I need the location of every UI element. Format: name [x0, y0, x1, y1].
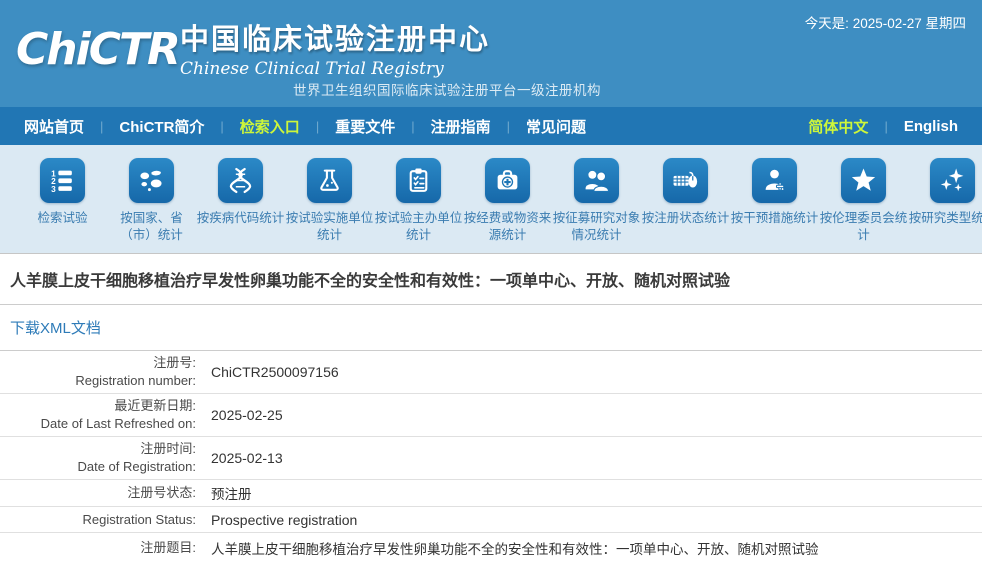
current-date: 今天是: 2025-02-27 星期四 [805, 12, 966, 32]
row-value: ChiCTR2500097156 [196, 351, 982, 393]
nav-separator: | [497, 119, 520, 134]
chictr-logo[interactable]: ChiCTR [16, 24, 179, 75]
nav-item-home[interactable]: 网站首页 [18, 116, 90, 137]
nav-separator: | [306, 119, 329, 134]
download-xml-link[interactable]: 下载XML文档 [10, 317, 101, 338]
tool-label: 按疾病代码统计 [196, 210, 285, 227]
keyboard-mouse-icon [663, 158, 708, 203]
nav-separator: | [874, 119, 897, 134]
nav-separator: | [210, 119, 233, 134]
row-label-en: Registration number: [75, 372, 196, 390]
nav-separator: | [401, 119, 424, 134]
nav-item-documents[interactable]: 重要文件 [329, 116, 401, 137]
tool-label: 按试验主办单位统计 [374, 210, 463, 244]
row-value: 2025-02-13 [196, 437, 982, 479]
statistics-toolbar: 123 检索试验 按国家、省（市）统计 按疾病代码统计 按试验实施单位统计 按试… [0, 145, 982, 253]
row-label-cn: 注册号: [153, 354, 196, 372]
tool-label: 按国家、省（市）统计 [107, 210, 196, 244]
tool-by-ethics-committee[interactable]: 按伦理委员会统计 [819, 158, 908, 253]
tool-by-registration-status[interactable]: 按注册状态统计 [641, 158, 730, 253]
tool-label: 按伦理委员会统计 [819, 210, 908, 244]
row-label-cn: 注册题目: [140, 539, 196, 557]
row-label-en: Date of Last Refreshed on: [41, 415, 196, 433]
tool-by-funding-source[interactable]: 按经费或物资来源统计 [463, 158, 552, 253]
world-map-icon [129, 158, 174, 203]
dna-icon [218, 158, 263, 203]
site-title-chinese: 中国临床试验注册中心 [180, 16, 490, 58]
tool-label: 按征募研究对象情况统计 [552, 210, 641, 244]
people-icon [574, 158, 619, 203]
numbered-list-icon: 123 [40, 158, 85, 203]
tool-by-sponsor-unit[interactable]: 按试验主办单位统计 [374, 158, 463, 253]
row-label-en: Date of Registration: [77, 458, 196, 476]
row-label-cn: 注册号状态: [127, 484, 196, 502]
nav-item-about[interactable]: ChiCTR简介 [113, 116, 210, 137]
star-icon [841, 158, 886, 203]
who-platform-tagline: 世界卫生组织国际临床试验注册平台一级注册机构 [293, 79, 601, 99]
table-row-date-of-registration: 注册时间: Date of Registration: 2025-02-13 [0, 437, 982, 480]
row-value: Prospective registration [196, 507, 982, 532]
download-row: 下载XML文档 [0, 305, 982, 351]
sparkles-icon [930, 158, 975, 203]
main-nav: 网站首页 | ChiCTR简介 | 检索入口 | 重要文件 | 注册指南 | 常… [0, 107, 982, 145]
nav-item-guide[interactable]: 注册指南 [425, 116, 497, 137]
table-row-registration-status-en: Registration Status: Prospective registr… [0, 507, 982, 533]
medical-bag-icon [485, 158, 530, 203]
flask-icon [307, 158, 352, 203]
tool-by-country-province[interactable]: 按国家、省（市）统计 [107, 158, 196, 253]
site-header: ChiCTR 中国临床试验注册中心 Chinese Clinical Trial… [0, 0, 982, 107]
row-label-cn: 最近更新日期: [114, 397, 196, 415]
lang-chinese[interactable]: 简体中文 [802, 116, 874, 137]
tool-by-recruitment-status[interactable]: 按征募研究对象情况统计 [552, 158, 641, 253]
table-row-last-refreshed: 最近更新日期: Date of Last Refreshed on: 2025-… [0, 394, 982, 437]
nav-item-search[interactable]: 检索入口 [234, 116, 306, 137]
tool-label: 按试验实施单位统计 [285, 210, 374, 244]
row-label-cn: 注册时间: [140, 440, 196, 458]
site-titles: 中国临床试验注册中心 Chinese Clinical Trial Regist… [180, 16, 490, 79]
row-label: Registration Status: [0, 507, 196, 532]
row-label: 注册号状态: [0, 480, 196, 506]
nav-separator: | [90, 119, 113, 134]
nav-item-faq[interactable]: 常见问题 [520, 116, 592, 137]
row-value: 2025-02-25 [196, 394, 982, 436]
tool-label: 按经费或物资来源统计 [463, 210, 552, 244]
svg-text:3: 3 [51, 184, 56, 194]
trial-title-row: 人羊膜上皮干细胞移植治疗早发性卵巢功能不全的安全性和有效性：一项单中心、开放、随… [0, 254, 982, 305]
tool-label: 按注册状态统计 [641, 210, 730, 227]
doctor-icon [752, 158, 797, 203]
site-title-english: Chinese Clinical Trial Registry [180, 59, 490, 79]
tool-by-implementing-unit[interactable]: 按试验实施单位统计 [285, 158, 374, 253]
tool-label: 检索试验 [18, 210, 107, 227]
language-switcher: 简体中文 | English [802, 116, 964, 137]
tool-by-disease-code[interactable]: 按疾病代码统计 [196, 158, 285, 253]
row-label: 注册题目: [0, 533, 196, 561]
clipboard-icon [396, 158, 441, 203]
tool-by-intervention[interactable]: 按干预措施统计 [730, 158, 819, 253]
tool-label: 按研究类型统计 [908, 210, 982, 227]
row-label: 注册号: Registration number: [0, 351, 196, 393]
row-value: 预注册 [196, 480, 982, 506]
nav-menu: 网站首页 | ChiCTR简介 | 检索入口 | 重要文件 | 注册指南 | 常… [18, 116, 802, 137]
trial-detail-content: 人羊膜上皮干细胞移植治疗早发性卵巢功能不全的安全性和有效性：一项单中心、开放、随… [0, 253, 982, 561]
row-label: 最近更新日期: Date of Last Refreshed on: [0, 394, 196, 436]
row-value: 人羊膜上皮干细胞移植治疗早发性卵巢功能不全的安全性和有效性：一项单中心、开放、随… [196, 533, 982, 561]
row-label: 注册时间: Date of Registration: [0, 437, 196, 479]
lang-english[interactable]: English [898, 118, 964, 135]
tool-label: 按干预措施统计 [730, 210, 819, 227]
tool-search-trials[interactable]: 123 检索试验 [18, 158, 107, 253]
table-row-registration-status-cn: 注册号状态: 预注册 [0, 480, 982, 507]
table-row-registration-number: 注册号: Registration number: ChiCTR25000971… [0, 351, 982, 394]
row-label-en: Registration Status: [83, 511, 196, 529]
trial-title: 人羊膜上皮干细胞移植治疗早发性卵巢功能不全的安全性和有效性：一项单中心、开放、随… [10, 267, 730, 291]
tool-by-study-type[interactable]: 按研究类型统计 [908, 158, 982, 253]
table-row-public-title: 注册题目: 人羊膜上皮干细胞移植治疗早发性卵巢功能不全的安全性和有效性：一项单中… [0, 533, 982, 561]
